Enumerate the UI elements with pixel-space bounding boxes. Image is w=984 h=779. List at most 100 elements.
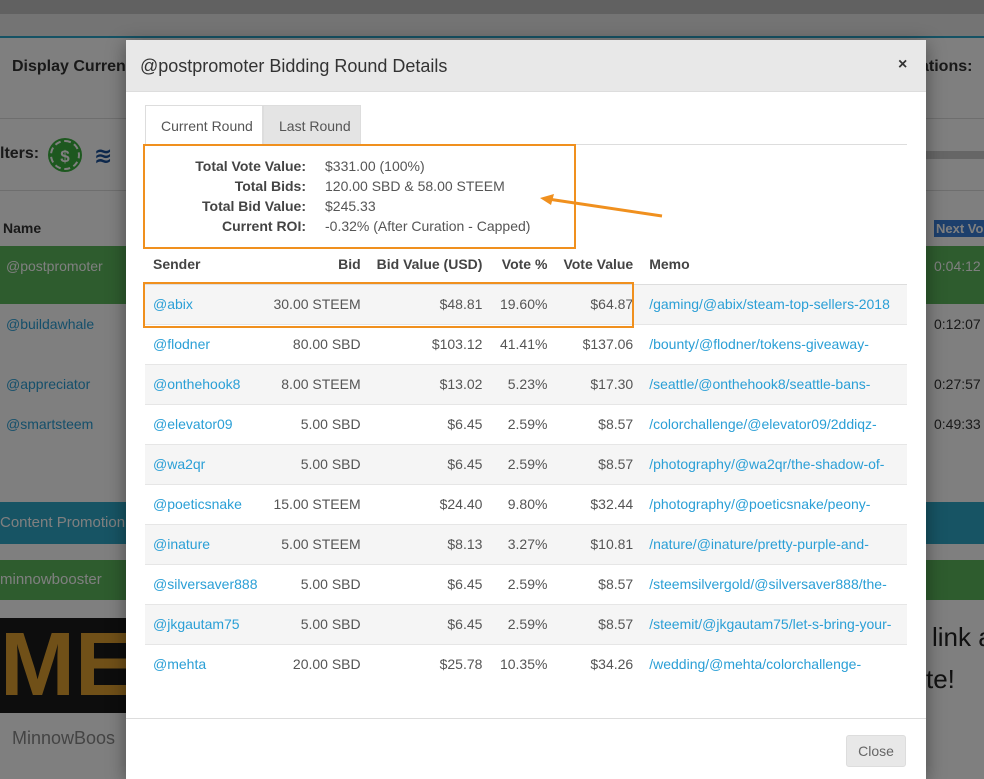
sender-link[interactable]: @flodner bbox=[153, 336, 210, 352]
tab-current-round[interactable]: Current Round bbox=[145, 105, 263, 146]
memo-cell[interactable]: /seattle/@onthehook8/seattle-bans- bbox=[641, 363, 907, 404]
memo-cell[interactable]: /steemsilvergold/@silversaver888/the- bbox=[641, 563, 907, 604]
bid-amount: 20.00 SBD bbox=[265, 643, 369, 684]
vote-value: $8.57 bbox=[555, 563, 642, 604]
sender-cell[interactable]: @poeticsnake bbox=[145, 483, 266, 524]
memo-cell[interactable]: /wedding/@mehta/colorchallenge- bbox=[641, 643, 907, 684]
sender-cell[interactable]: @silversaver888 bbox=[145, 563, 266, 604]
table-row: @jkgautam75 5.00 SBD $6.45 2.59% $8.57/steem… bbox=[145, 603, 907, 644]
modal-title: @postpromoter Bidding Round Details bbox=[140, 56, 448, 76]
memo-link[interactable]: /gaming/@abix/steam-top-sellers-2018 bbox=[649, 296, 890, 312]
sender-cell[interactable]: @elevator09 bbox=[145, 403, 266, 444]
memo-link[interactable]: /bounty/@flodner/tokens-giveaway- bbox=[649, 336, 869, 352]
table-row: @mehta 20.00 SBD $25.78 10.35% $34.26/weddin… bbox=[145, 643, 907, 684]
vote-value: $32.44 bbox=[555, 483, 642, 524]
bid-amount: 80.00 SBD bbox=[265, 323, 369, 364]
table-row: @silversaver888 5.00 SBD $6.45 2.59% $8.57/s… bbox=[145, 563, 907, 604]
sender-link[interactable]: @jkgautam75 bbox=[153, 616, 240, 632]
bid-value-usd: $24.40 bbox=[368, 483, 491, 524]
bidding-round-modal: @postpromoter Bidding Round Details × Cu… bbox=[126, 40, 926, 779]
vote-value: $10.81 bbox=[555, 523, 642, 564]
bid-value-usd: $6.45 bbox=[368, 403, 491, 444]
vote-value: $17.30 bbox=[555, 363, 642, 404]
sender-link[interactable]: @mehta bbox=[153, 656, 206, 672]
sender-cell[interactable]: @wa2qr bbox=[145, 443, 266, 484]
sender-cell[interactable]: @flodner bbox=[145, 323, 266, 364]
vote-percent: 10.35% bbox=[490, 643, 556, 684]
bid-amount: 5.00 SBD bbox=[265, 403, 369, 444]
vote-percent: 3.27% bbox=[490, 523, 556, 564]
bid-amount: 8.00 STEEM bbox=[265, 363, 369, 404]
memo-cell[interactable]: /photography/@poeticsnake/peony- bbox=[641, 483, 907, 524]
memo-cell[interactable]: /colorchallenge/@elevator09/2ddiqz- bbox=[641, 403, 907, 444]
vote-percent: 2.59% bbox=[490, 403, 556, 444]
modal-header: @postpromoter Bidding Round Details × bbox=[126, 40, 926, 92]
vote-percent: 41.41% bbox=[490, 323, 556, 364]
table-row: @elevator09 5.00 SBD $6.45 2.59% $8.57/color… bbox=[145, 403, 907, 444]
vote-percent: 5.23% bbox=[490, 363, 556, 404]
bid-value-usd: $103.12 bbox=[368, 323, 491, 364]
bid-value-usd: $6.45 bbox=[368, 603, 491, 644]
vote-percent: 2.59% bbox=[490, 563, 556, 604]
table-row: @inature 5.00 STEEM $8.13 3.27% $10.81/natur… bbox=[145, 523, 907, 564]
vote-percent: 9.80% bbox=[490, 483, 556, 524]
memo-link[interactable]: /photography/@poeticsnake/peony- bbox=[649, 496, 870, 512]
bid-amount: 5.00 SBD bbox=[265, 563, 369, 604]
modal-footer: Close bbox=[126, 718, 926, 779]
bid-column-header: Bid bbox=[265, 244, 369, 285]
memo-cell[interactable]: /steemit/@jkgautam75/let-s-bring-your- bbox=[641, 603, 907, 644]
tab-last-round[interactable]: Last Round bbox=[263, 105, 361, 145]
arrow-icon bbox=[540, 194, 663, 218]
memo-column-header: Memo bbox=[641, 244, 907, 285]
sender-cell[interactable]: @mehta bbox=[145, 643, 266, 684]
sender-link[interactable]: @elevator09 bbox=[153, 416, 233, 432]
sender-cell[interactable]: @onthehook8 bbox=[145, 363, 266, 404]
bid-value-usd: $8.13 bbox=[368, 523, 491, 564]
memo-link[interactable]: /wedding/@mehta/colorchallenge- bbox=[649, 656, 861, 672]
bid-value-usd: $25.78 bbox=[368, 643, 491, 684]
table-row: @poeticsnake 15.00 STEEM $24.40 9.80% $32.44… bbox=[145, 483, 907, 524]
table-row: @wa2qr 5.00 SBD $6.45 2.59% $8.57/photograph… bbox=[145, 443, 907, 484]
bid-amount: 5.00 STEEM bbox=[265, 523, 369, 564]
row-highlight-box bbox=[143, 282, 634, 328]
memo-link[interactable]: /steemit/@jkgautam75/let-s-bring-your- bbox=[649, 616, 891, 632]
sender-link[interactable]: @wa2qr bbox=[153, 456, 205, 472]
vote-percent: 2.59% bbox=[490, 443, 556, 484]
bid-value-column-header: Bid Value (USD) bbox=[368, 244, 491, 285]
sender-cell[interactable]: @jkgautam75 bbox=[145, 603, 266, 644]
vote-percent: 2.59% bbox=[490, 603, 556, 644]
table-row: @flodner 80.00 SBD $103.12 41.41% $137.06/bo… bbox=[145, 323, 907, 364]
sender-column-header: Sender bbox=[145, 244, 266, 285]
vote-value: $8.57 bbox=[555, 403, 642, 444]
memo-link[interactable]: /nature/@inature/pretty-purple-and- bbox=[649, 536, 869, 552]
memo-link[interactable]: /colorchallenge/@elevator09/2ddiqz- bbox=[649, 416, 876, 432]
bid-amount: 5.00 SBD bbox=[265, 603, 369, 644]
table-header-row: Sender Bid Bid Value (USD) Vote % Vote V… bbox=[145, 244, 907, 285]
memo-link[interactable]: /seattle/@onthehook8/seattle-bans- bbox=[649, 376, 870, 392]
vote-value: $34.26 bbox=[555, 643, 642, 684]
bid-amount: 15.00 STEEM bbox=[265, 483, 369, 524]
vote-value: $8.57 bbox=[555, 603, 642, 644]
close-button[interactable]: Close bbox=[846, 735, 906, 767]
memo-link[interactable]: /steemsilvergold/@silversaver888/the- bbox=[649, 576, 887, 592]
summary-highlight-box bbox=[143, 144, 576, 249]
memo-cell[interactable]: /gaming/@abix/steam-top-sellers-2018 bbox=[641, 283, 907, 324]
vote-percent-column-header: Vote % bbox=[490, 244, 556, 285]
bids-table-body: @abix 30.00 STEEM $48.81 19.60% $64.87/gamin… bbox=[145, 283, 907, 684]
vote-value: $137.06 bbox=[555, 323, 642, 364]
sender-link[interactable]: @poeticsnake bbox=[153, 496, 242, 512]
bid-amount: 5.00 SBD bbox=[265, 443, 369, 484]
bid-value-usd: $13.02 bbox=[368, 363, 491, 404]
sender-link[interactable]: @inature bbox=[153, 536, 210, 552]
sender-cell[interactable]: @inature bbox=[145, 523, 266, 564]
close-icon[interactable]: × bbox=[898, 56, 907, 74]
memo-cell[interactable]: /nature/@inature/pretty-purple-and- bbox=[641, 523, 907, 564]
sender-link[interactable]: @onthehook8 bbox=[153, 376, 240, 392]
vote-value-column-header: Vote Value bbox=[555, 244, 642, 285]
bid-value-usd: $6.45 bbox=[368, 443, 491, 484]
memo-link[interactable]: /photography/@wa2qr/the-shadow-of- bbox=[649, 456, 884, 472]
bid-value-usd: $6.45 bbox=[368, 563, 491, 604]
sender-link[interactable]: @silversaver888 bbox=[153, 576, 257, 592]
memo-cell[interactable]: /bounty/@flodner/tokens-giveaway- bbox=[641, 323, 907, 364]
memo-cell[interactable]: /photography/@wa2qr/the-shadow-of- bbox=[641, 443, 907, 484]
